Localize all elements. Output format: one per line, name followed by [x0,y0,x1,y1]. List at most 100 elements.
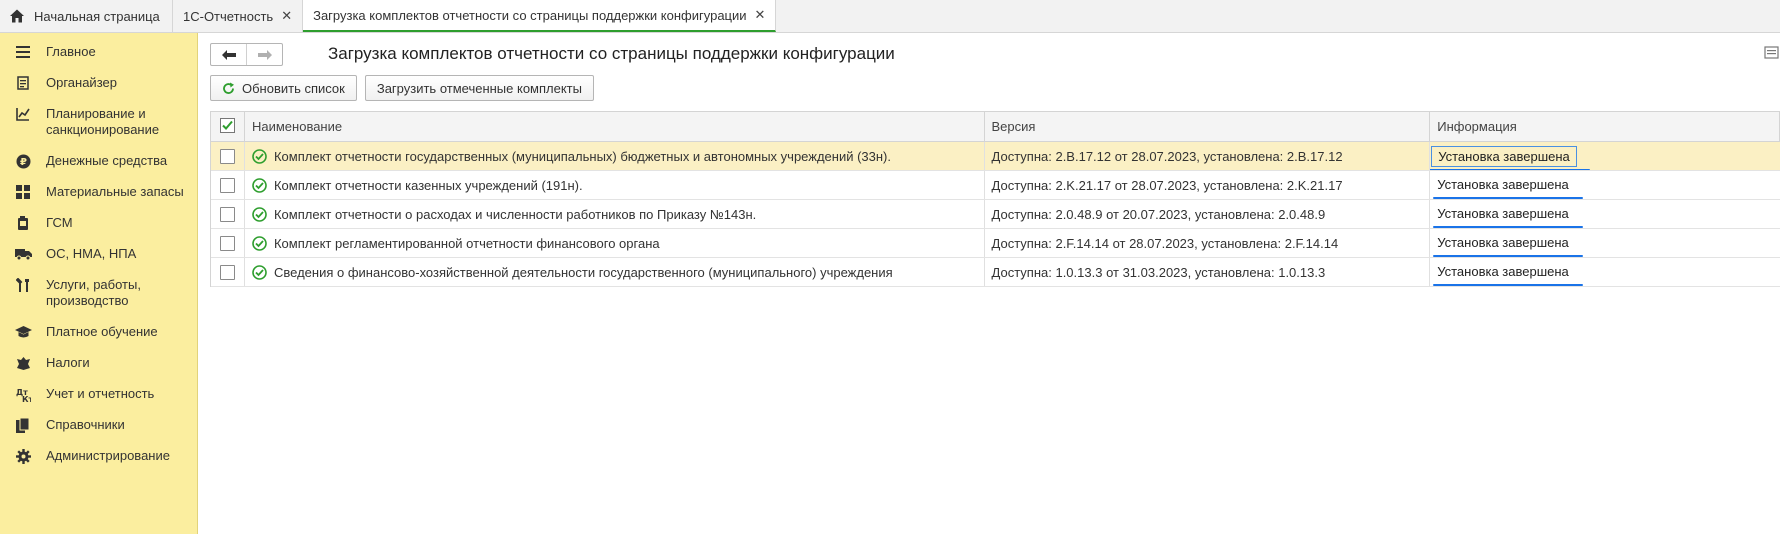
refresh-icon [222,82,235,95]
tab-load-report-sets[interactable]: Загрузка комплектов отчетности со страни… [303,0,777,32]
load-checked-sets-label: Загрузить отмеченные комплекты [376,80,582,96]
load-checked-sets-button[interactable]: Загрузить отмеченные комплекты [364,75,594,101]
version-cell: Доступна: 1.0.13.3 от 31.03.2023, устано… [985,258,1431,286]
row-name: Комплект отчетности государственных (мун… [273,148,891,164]
row-checkbox-cell [211,229,245,257]
version-cell: Доступна: 2.K.21.17 от 28.07.2023, устан… [985,171,1431,199]
refresh-list-button[interactable]: Обновить список [210,75,357,101]
sidebar-item-inventory[interactable]: Материальные запасы [0,183,197,214]
column-header-name[interactable]: Наименование [245,112,985,141]
tab-bar: Начальная страница 1С-Отчетность ✕ Загру… [0,0,1780,33]
info-cell: Установка завершена [1430,171,1780,199]
svg-text:₽: ₽ [20,157,27,168]
version-cell: Доступна: 2.0.48.9 от 20.07.2023, устано… [985,200,1431,228]
version-cell: Доступна: 2.B.17.12 от 28.07.2023, устан… [985,142,1431,170]
sidebar-item-label: Налоги [46,355,90,370]
install-status-link[interactable]: Установка завершена [1433,235,1583,257]
menu-icon [14,43,32,61]
sidebar-item-assets[interactable]: ОС, НМА, НПА [0,245,197,276]
sidebar-item-label: ОС, НМА, НПА [46,246,137,261]
fuel-icon [14,214,32,232]
row-name: Комплект регламентированной отчетности ф… [273,235,660,251]
page-title: Загрузка комплектов отчетности со страни… [328,44,895,63]
sidebar-item-label: Учет и отчетность [46,386,155,401]
column-header-version[interactable]: Версия [985,112,1431,141]
check-circle-icon [252,148,267,164]
row-name: Комплект отчетности о расходах и численн… [273,206,757,222]
row-checkbox-cell [211,200,245,228]
gear-icon [14,447,32,465]
sidebar-item-services[interactable]: Услуги, работы, производство [0,276,197,323]
sidebar: Главное Органайзер Планирование и санкци… [0,33,198,534]
row-checkbox-cell [211,142,245,170]
sidebar-item-organizer[interactable]: Органайзер [0,74,197,105]
info-cell: Установка завершена [1430,258,1780,286]
books-icon [14,416,32,434]
graduation-icon [14,323,32,341]
row-checkbox[interactable] [219,206,235,222]
sidebar-item-label: Услуги, работы, производство [46,277,141,308]
arrow-left-icon [221,47,236,63]
table-row[interactable]: Комплект отчетности казенных учреждений … [211,171,1780,200]
close-icon[interactable]: ✕ [281,8,292,24]
back-button[interactable] [211,44,246,65]
sidebar-item-money[interactable]: ₽ Денежные средства [0,152,197,183]
install-status-link[interactable]: Установка завершена [1430,145,1590,170]
tab-label: Начальная страница [34,8,160,24]
refresh-list-label: Обновить список [242,80,345,96]
sidebar-item-administration[interactable]: Администрирование [0,447,197,478]
install-status-link[interactable]: Установка завершена [1433,264,1583,286]
name-cell: Комплект отчетности казенных учреждений … [245,171,985,199]
sidebar-item-accounting[interactable]: Дт Кт Учет и отчетность [0,385,197,416]
planning-icon [14,105,32,123]
inventory-icon [14,183,32,201]
check-circle-icon [252,235,267,251]
info-cell: Установка завершена [1430,229,1780,257]
table-row[interactable]: Комплект отчетности государственных (мун… [211,142,1780,171]
svg-text:Кт: Кт [22,395,31,402]
name-cell: Комплект отчетности государственных (мун… [245,142,985,170]
name-cell: Комплект регламентированной отчетности ф… [245,229,985,257]
row-checkbox[interactable] [219,264,235,280]
form-settings-icon[interactable] [1764,45,1780,61]
tab-home[interactable]: Начальная страница [0,0,173,32]
row-checkbox[interactable] [219,177,235,193]
row-checkbox-cell [211,171,245,199]
install-status-link[interactable]: Установка завершена [1433,206,1583,228]
check-all-icon [219,117,235,136]
version-cell: Доступна: 2.F.14.14 от 28.07.2023, устан… [985,229,1431,257]
forward-button[interactable] [246,44,282,65]
column-header-info[interactable]: Информация [1430,112,1780,141]
sidebar-item-label: Платное обучение [46,324,158,339]
check-circle-icon [252,264,267,280]
check-circle-icon [252,177,267,193]
tools-icon [14,276,32,294]
table-row[interactable]: Сведения о финансово-хозяйственной деяте… [211,258,1780,287]
row-name: Комплект отчетности казенных учреждений … [273,177,583,193]
sidebar-item-fuel[interactable]: ГСМ [0,214,197,245]
emblem-icon [14,354,32,372]
sidebar-item-label: Справочники [46,417,125,432]
row-checkbox[interactable] [219,148,235,164]
row-checkbox-cell [211,258,245,286]
table-row[interactable]: Комплект регламентированной отчетности ф… [211,229,1780,258]
sidebar-item-references[interactable]: Справочники [0,416,197,447]
close-icon[interactable]: ✕ [755,7,766,23]
sidebar-item-label: ГСМ [46,215,73,230]
tab-1c-reporting[interactable]: 1С-Отчетность ✕ [173,0,304,32]
sidebar-item-label: Главное [46,44,96,59]
organizer-icon [14,74,32,92]
row-checkbox[interactable] [219,235,235,251]
sidebar-item-label: Материальные запасы [46,184,184,199]
sidebar-item-main[interactable]: Главное [0,43,197,74]
install-status-link[interactable]: Установка завершена [1433,177,1583,199]
check-all-header[interactable] [211,112,245,141]
name-cell: Комплект отчетности о расходах и численн… [245,200,985,228]
row-name: Сведения о финансово-хозяйственной деяте… [273,264,893,280]
main-content: Загрузка комплектов отчетности со страни… [198,33,1780,534]
sidebar-item-paid-education[interactable]: Платное обучение [0,323,197,354]
sidebar-item-planning[interactable]: Планирование и санкционирование [0,105,197,152]
table-row[interactable]: Комплект отчетности о расходах и численн… [211,200,1780,229]
sidebar-item-taxes[interactable]: Налоги [0,354,197,385]
accounting-icon: Дт Кт [14,385,32,403]
